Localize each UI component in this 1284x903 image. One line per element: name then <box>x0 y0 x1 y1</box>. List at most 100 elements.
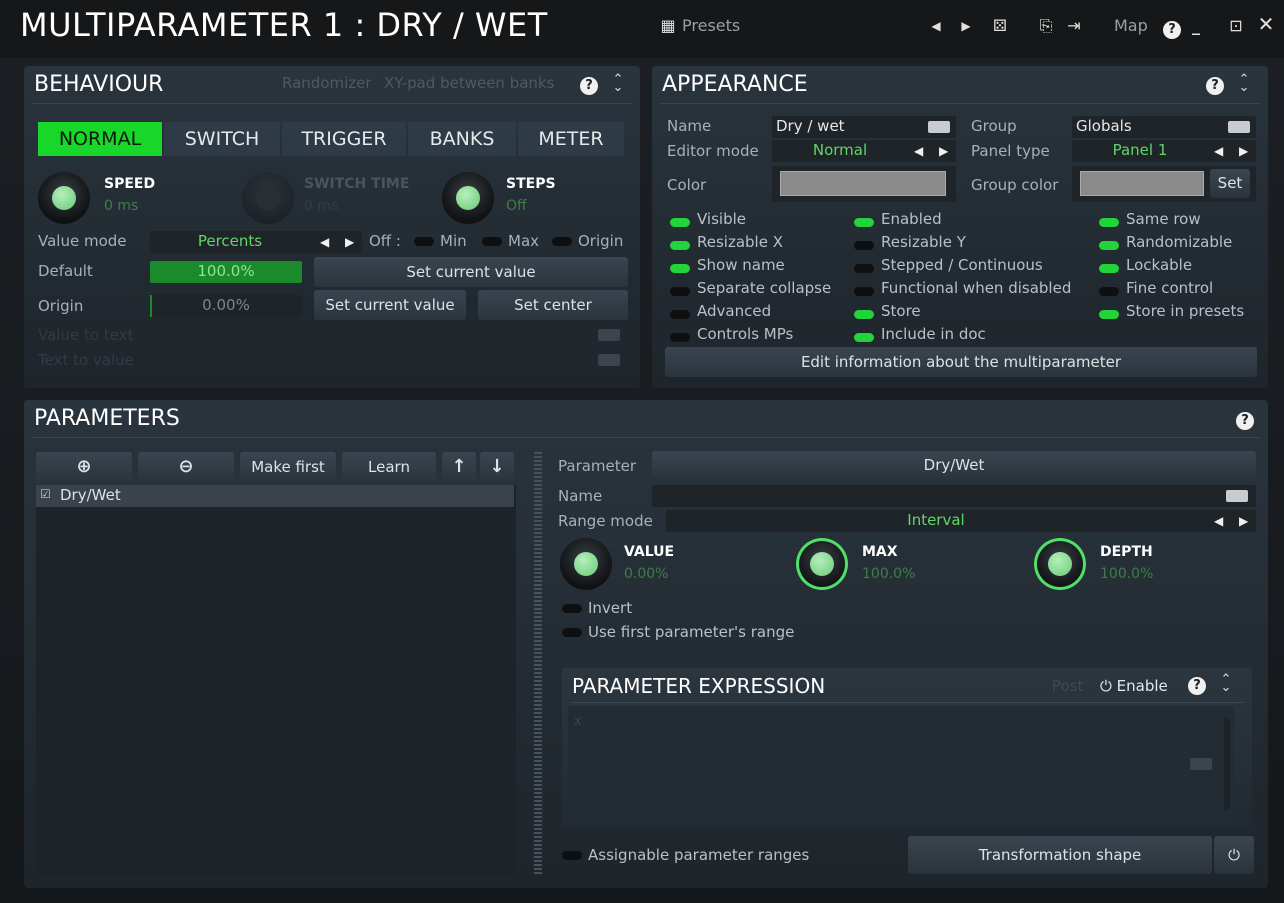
max-toggle[interactable] <box>482 237 502 246</box>
toggle-visible[interactable] <box>670 218 690 227</box>
max-label: Max <box>508 232 540 250</box>
toggle-store-in-presets[interactable] <box>1099 310 1119 319</box>
transformation-power-icon[interactable]: ⏻ <box>1214 836 1254 874</box>
toggle-lockable[interactable] <box>1099 264 1119 273</box>
toggle-show-name[interactable] <box>670 264 690 273</box>
toggle-store[interactable] <box>854 310 874 319</box>
appearance-collapse-icon[interactable]: ⌃ ⌄ <box>1238 73 1250 94</box>
close-icon[interactable]: ✕ <box>1256 12 1276 36</box>
color-swatch-frame[interactable] <box>772 166 956 202</box>
edit-info-button[interactable]: Edit information about the multiparamete… <box>665 347 1257 377</box>
panel-type-select[interactable]: Panel 1 ◀ ▶ <box>1072 140 1256 162</box>
learn-button[interactable]: Learn <box>342 452 436 482</box>
toggle-include-in-doc[interactable] <box>854 333 874 342</box>
set-current-value-button[interactable]: Set current value <box>314 257 628 287</box>
name-keyboard-icon[interactable] <box>928 121 950 133</box>
value-knob[interactable] <box>560 538 612 590</box>
paste-icon[interactable]: ⇥ <box>1064 16 1084 35</box>
tab-trigger[interactable]: TRIGGER <box>282 122 406 156</box>
value-mode-select[interactable]: Percents ◀ ▶ <box>150 231 362 253</box>
assignable-ranges-toggle[interactable] <box>562 851 582 860</box>
range-mode-arrows-icon[interactable]: ◀ ▶ <box>1214 514 1254 528</box>
steps-knob[interactable] <box>442 172 494 224</box>
tab-banks[interactable]: BANKS <box>408 122 516 156</box>
make-first-button[interactable]: Make first <box>240 452 336 482</box>
editor-mode-arrows-icon[interactable]: ◀ ▶ <box>914 144 954 158</box>
expression-collapse-icon[interactable]: ⌃ ⌄ <box>1220 673 1232 694</box>
presets-button[interactable]: Presets <box>682 16 740 35</box>
expression-editor[interactable]: x <box>568 706 1234 822</box>
appearance-help-icon[interactable]: ? <box>1206 77 1224 95</box>
default-slider[interactable]: 100.0% <box>150 261 302 283</box>
toggle-same-row[interactable] <box>1099 218 1119 227</box>
screenshot-icon[interactable]: ⊡ <box>1226 16 1246 35</box>
toggle-resizable-y[interactable] <box>854 241 874 250</box>
help-icon[interactable]: ? <box>1163 21 1181 39</box>
origin-toggle[interactable] <box>552 237 572 246</box>
param-name-field[interactable] <box>652 485 1256 507</box>
min-toggle[interactable] <box>414 237 434 246</box>
move-down-icon[interactable]: ↓ <box>480 452 514 482</box>
toggle-stepped-continuous[interactable] <box>854 264 874 273</box>
group-color-swatch[interactable] <box>1080 171 1204 196</box>
map-button[interactable]: Map <box>1114 16 1148 35</box>
max-knob[interactable] <box>796 538 848 590</box>
depth-label: DEPTH <box>1100 544 1153 560</box>
plugin-window: MULTIPARAMETER 1 : DRY / WET ▦ Presets ◀… <box>0 0 1284 903</box>
use-first-range-toggle[interactable] <box>562 628 582 637</box>
copy-icon[interactable]: ⎘ <box>1036 16 1056 36</box>
random-preset-icon[interactable]: ⚄ <box>990 16 1010 35</box>
speed-knob[interactable] <box>38 172 90 224</box>
toggle-functional-when-disabled[interactable] <box>854 287 874 296</box>
group-field[interactable]: Globals <box>1072 116 1256 138</box>
randomizer-label[interactable]: Randomizer <box>282 74 372 92</box>
toggle-separate-collapse[interactable] <box>670 287 690 296</box>
editor-mode-select[interactable]: Normal ◀ ▶ <box>772 140 956 162</box>
tab-normal[interactable]: NORMAL <box>38 122 162 156</box>
enable-button[interactable]: ⏻ Enable <box>1100 677 1168 695</box>
move-up-icon[interactable]: ↑ <box>442 452 476 482</box>
transformation-shape-button[interactable]: Transformation shape <box>908 836 1212 874</box>
xy-pad-label[interactable]: XY-pad between banks <box>384 74 554 92</box>
toggle-randomizable[interactable] <box>1099 241 1119 250</box>
splitter-handle[interactable] <box>534 452 542 876</box>
range-mode-select[interactable]: Interval ◀ ▶ <box>666 510 1256 532</box>
origin-set-current-value-button[interactable]: Set current value <box>314 290 466 320</box>
set-group-color-button[interactable]: Set <box>1210 169 1250 198</box>
expression-help-icon[interactable]: ? <box>1188 677 1206 695</box>
switch-time-knob <box>242 172 294 224</box>
next-preset-icon[interactable]: ▶ <box>956 19 976 33</box>
expression-keyboard-icon[interactable] <box>1190 758 1212 770</box>
add-parameter-button[interactable]: ⊕ <box>36 452 132 482</box>
name-field[interactable]: Dry / wet <box>772 116 956 138</box>
value-mode-arrows-icon[interactable]: ◀ ▶ <box>320 235 360 249</box>
minimize-icon[interactable]: _ <box>1186 16 1206 35</box>
depth-knob[interactable] <box>1034 538 1086 590</box>
behaviour-help-icon[interactable]: ? <box>580 77 598 95</box>
tab-switch[interactable]: SWITCH <box>164 122 280 156</box>
invert-toggle[interactable] <box>562 604 582 613</box>
set-center-button[interactable]: Set center <box>478 290 628 320</box>
panel-type-arrows-icon[interactable]: ◀ ▶ <box>1214 144 1254 158</box>
toggle-advanced[interactable] <box>670 310 690 319</box>
list-item[interactable]: ☑ Dry/Wet <box>36 485 514 507</box>
remove-parameter-button[interactable]: ⊖ <box>138 452 234 482</box>
post-label[interactable]: Post <box>1052 677 1083 695</box>
prev-preset-icon[interactable]: ◀ <box>926 19 946 33</box>
toggle-resizable-x[interactable] <box>670 241 690 250</box>
collapse-icon[interactable]: ⌃ ⌄ <box>612 73 624 94</box>
parameters-help-icon[interactable]: ? <box>1236 412 1254 430</box>
parameter-select-button[interactable]: Dry/Wet <box>652 451 1256 479</box>
origin-slider[interactable]: 0.00% <box>150 295 302 317</box>
param-name-keyboard-icon[interactable] <box>1226 490 1248 502</box>
grid-icon[interactable]: ▦ <box>658 16 678 35</box>
color-swatch[interactable] <box>780 171 946 196</box>
toggle-enabled[interactable] <box>854 218 874 227</box>
toggle-controls-mps[interactable] <box>670 333 690 342</box>
toggle-fine-control[interactable] <box>1099 287 1119 296</box>
name-label: Name <box>667 117 712 135</box>
group-keyboard-icon[interactable] <box>1228 121 1250 133</box>
tab-meter[interactable]: METER <box>518 122 624 156</box>
checkbox-icon[interactable]: ☑ <box>40 487 51 501</box>
expression-scrollbar[interactable] <box>1224 718 1230 810</box>
